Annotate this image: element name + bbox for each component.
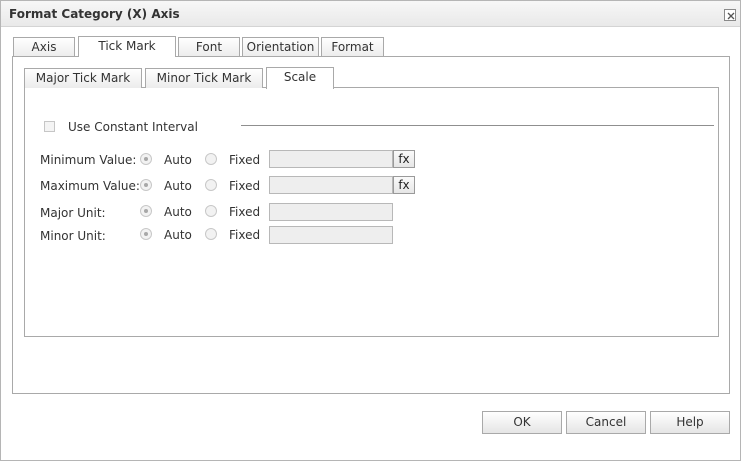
- major-unit-label: Major Unit:: [40, 206, 106, 220]
- minor-unit-auto-radio[interactable]: [140, 228, 152, 240]
- tab-format[interactable]: Format: [321, 37, 384, 57]
- subtab-scale[interactable]: Scale: [266, 67, 334, 89]
- maximum-fx-button[interactable]: fx: [393, 176, 415, 194]
- ok-button[interactable]: OK: [482, 411, 562, 434]
- maximum-fixed-label: Fixed: [229, 179, 261, 193]
- cancel-button[interactable]: Cancel: [566, 411, 646, 434]
- tab-axis[interactable]: Axis: [13, 37, 75, 57]
- maximum-fixed-radio[interactable]: [205, 179, 217, 191]
- minimum-value-label: Minimum Value:: [40, 153, 137, 167]
- minor-unit-auto-label: Auto: [164, 228, 192, 242]
- major-unit-auto-label: Auto: [164, 205, 192, 219]
- major-unit-auto-radio[interactable]: [140, 205, 152, 217]
- tab-orientation[interactable]: Orientation: [242, 37, 319, 57]
- minor-unit-input[interactable]: [269, 226, 393, 244]
- minimum-fixed-label: Fixed: [229, 153, 261, 167]
- close-button[interactable]: [724, 9, 736, 21]
- tab-font[interactable]: Font: [178, 37, 240, 57]
- minimum-auto-radio[interactable]: [140, 153, 152, 165]
- maximum-auto-label: Auto: [164, 179, 192, 193]
- help-button[interactable]: Help: [650, 411, 730, 434]
- subtab-minor-tick-mark[interactable]: Minor Tick Mark: [145, 68, 263, 88]
- dialog-title: Format Category (X) Axis: [9, 7, 180, 21]
- minimum-value-input[interactable]: [269, 150, 393, 168]
- major-unit-fixed-label: Fixed: [229, 205, 261, 219]
- minor-unit-fixed-label: Fixed: [229, 228, 261, 242]
- maximum-auto-radio[interactable]: [140, 179, 152, 191]
- maximum-value-input[interactable]: [269, 176, 393, 194]
- constant-interval-label: Use Constant Interval: [68, 120, 198, 134]
- major-unit-input[interactable]: [269, 203, 393, 221]
- minor-unit-fixed-radio[interactable]: [205, 228, 217, 240]
- tab-tick-mark[interactable]: Tick Mark: [78, 36, 176, 57]
- constant-interval-checkbox[interactable]: [44, 121, 55, 132]
- section-divider: [241, 125, 714, 126]
- title-bar: Format Category (X) Axis: [1, 1, 740, 27]
- maximum-value-label: Maximum Value:: [40, 179, 140, 193]
- major-unit-fixed-radio[interactable]: [205, 205, 217, 217]
- minor-unit-label: Minor Unit:: [40, 229, 106, 243]
- subtab-major-tick-mark[interactable]: Major Tick Mark: [24, 68, 142, 88]
- close-icon: [727, 12, 735, 20]
- minimum-fixed-radio[interactable]: [205, 153, 217, 165]
- minimum-fx-button[interactable]: fx: [393, 150, 415, 168]
- minimum-auto-label: Auto: [164, 153, 192, 167]
